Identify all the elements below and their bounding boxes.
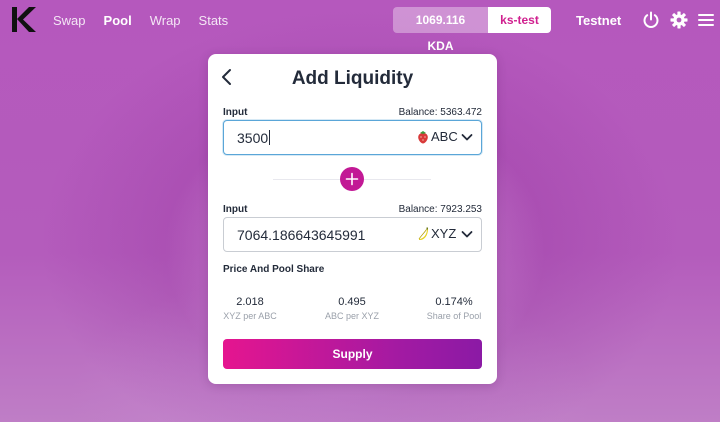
- input1-label: Input: [223, 107, 248, 118]
- power-icon[interactable]: [642, 11, 660, 29]
- strawberry-icon: [418, 130, 428, 143]
- main-nav: Swap Pool Wrap Stats: [53, 13, 228, 28]
- nav-stats[interactable]: Stats: [199, 13, 229, 28]
- price-pool-share-title: Price And Pool Share: [223, 264, 325, 275]
- input2-token-selector[interactable]: XYZ: [417, 226, 456, 241]
- kaddex-logo[interactable]: [12, 7, 36, 32]
- menu-icon[interactable]: [697, 11, 715, 29]
- stat-abc-per-xyz: 0.495 ABC per XYZ: [307, 296, 397, 321]
- input2-field[interactable]: 7064.186643645991 XYZ: [223, 217, 482, 252]
- input2-amount[interactable]: 7064.186643645991: [237, 227, 365, 243]
- wallet-widget[interactable]: 1069.116 KDA ks-test: [393, 7, 551, 53]
- input1-field[interactable]: 3500 ABC: [223, 120, 482, 155]
- top-bar: Swap Pool Wrap Stats 1069.116 KDA ks-tes…: [0, 0, 720, 53]
- input2-token-name: XYZ: [431, 226, 457, 241]
- input1-token-selector[interactable]: ABC: [417, 129, 458, 144]
- account-button[interactable]: ks-test: [488, 7, 551, 33]
- add-button[interactable]: [340, 167, 364, 191]
- stat-label: ABC per XYZ: [324, 311, 380, 321]
- nav-pool[interactable]: Pool: [104, 13, 132, 28]
- chevron-down-icon[interactable]: [461, 133, 473, 142]
- wallet-balance: 1069.116 KDA: [393, 7, 488, 53]
- gear-icon[interactable]: [670, 11, 688, 29]
- add-liquidity-card: Add Liquidity Input Balance: 5363.472 35…: [208, 54, 497, 384]
- banana-icon: [418, 227, 428, 240]
- input1-balance: Balance: 5363.472: [398, 107, 482, 118]
- input2-label: Input: [223, 204, 248, 215]
- page-title: Add Liquidity: [291, 68, 414, 89]
- stat-value: 2.018: [236, 296, 264, 308]
- stat-value: 0.495: [338, 296, 366, 308]
- stat-share-of-pool: 0.174% Share of Pool: [409, 296, 499, 321]
- stat-xyz-per-abc: 2.018 XYZ per ABC: [205, 296, 295, 321]
- chevron-down-icon[interactable]: [461, 230, 473, 239]
- input2-balance: Balance: 7923.253: [398, 204, 482, 215]
- stat-value: 0.174%: [435, 296, 473, 308]
- stat-label: Share of Pool: [426, 311, 482, 321]
- plus-icon: [345, 172, 359, 186]
- supply-button[interactable]: Supply: [223, 339, 482, 369]
- nav-wrap[interactable]: Wrap: [150, 13, 181, 28]
- input1-token-name: ABC: [431, 129, 458, 144]
- stat-label: XYZ per ABC: [223, 311, 277, 321]
- nav-swap[interactable]: Swap: [53, 13, 86, 28]
- input1-amount[interactable]: 3500: [237, 130, 271, 146]
- network-label[interactable]: Testnet: [576, 13, 621, 28]
